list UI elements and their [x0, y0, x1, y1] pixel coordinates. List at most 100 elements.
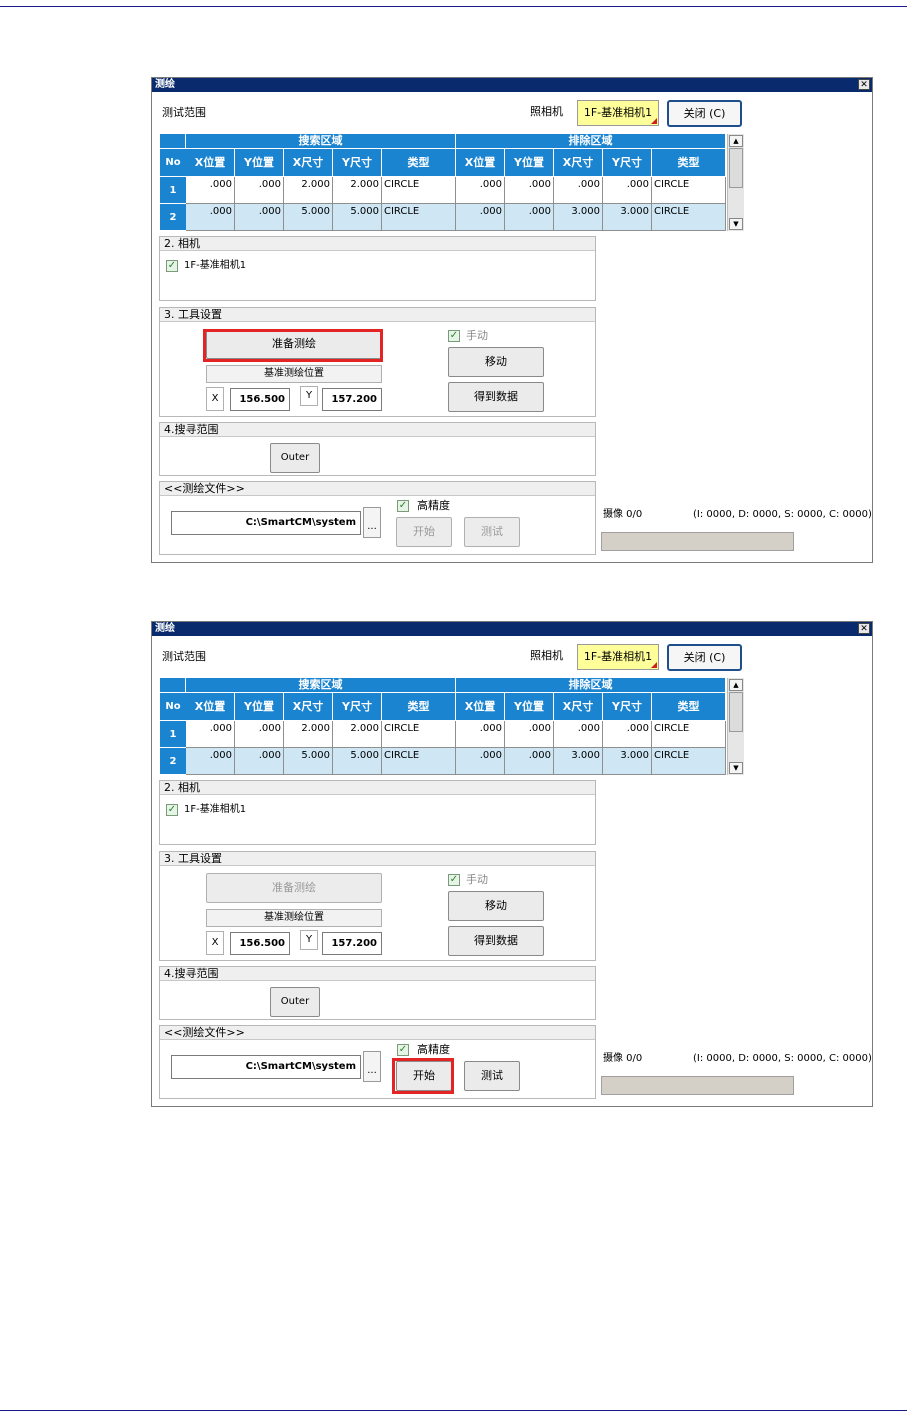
- get-data-button[interactable]: 得到数据: [448, 926, 544, 956]
- table-cell[interactable]: 5.000: [284, 204, 333, 231]
- row-number[interactable]: 1: [160, 721, 186, 748]
- camera-select[interactable]: 1F-基准相机1: [577, 100, 659, 126]
- get-data-button[interactable]: 得到数据: [448, 382, 544, 412]
- table-cell[interactable]: CIRCLE: [652, 721, 726, 748]
- capture-count-label: 摄像 0/0: [603, 509, 643, 520]
- table-cell[interactable]: 3.000: [554, 204, 603, 231]
- high-precision-check-icon[interactable]: ✓: [397, 1044, 409, 1056]
- table-cell[interactable]: CIRCLE: [382, 177, 456, 204]
- x-position-field[interactable]: 156.500: [230, 388, 290, 411]
- row-number[interactable]: 1: [160, 177, 186, 204]
- table-cell[interactable]: CIRCLE: [382, 748, 456, 775]
- close-icon[interactable]: ✕: [858, 79, 870, 90]
- outer-button[interactable]: Outer: [270, 443, 320, 473]
- table-cell[interactable]: 5.000: [333, 748, 382, 775]
- close-icon[interactable]: ✕: [858, 623, 870, 634]
- table-cell[interactable]: .000: [235, 748, 284, 775]
- test-range-label: 测试范围: [162, 650, 206, 663]
- camera-check-icon[interactable]: ✓: [166, 804, 178, 816]
- table-cell[interactable]: .000: [186, 721, 235, 748]
- scroll-thumb[interactable]: [729, 692, 743, 732]
- mapping-file-section: <<测绘文件>> C:\SmartCM\system ... ✓ 高精度 开始 …: [159, 1025, 596, 1099]
- x-axis-label: X: [206, 931, 224, 955]
- scroll-down-icon[interactable]: ▼: [729, 762, 743, 774]
- table-cell[interactable]: 3.000: [603, 204, 652, 231]
- table-cell[interactable]: .000: [554, 721, 603, 748]
- camera-section-title: 2. 相机: [160, 781, 595, 795]
- column-header: Y尺寸: [333, 693, 382, 721]
- scroll-thumb[interactable]: [729, 148, 743, 188]
- manual-label: 手动: [466, 329, 488, 342]
- table-cell[interactable]: .000: [235, 721, 284, 748]
- outer-button[interactable]: Outer: [270, 987, 320, 1017]
- table-corner: [160, 134, 186, 149]
- table-cell[interactable]: .000: [505, 177, 554, 204]
- high-precision-check-icon[interactable]: ✓: [397, 500, 409, 512]
- table-scrollbar[interactable]: ▲ ▼: [727, 678, 744, 775]
- row-number[interactable]: 2: [160, 204, 186, 231]
- table-cell[interactable]: 5.000: [333, 204, 382, 231]
- test-button[interactable]: 测试: [464, 517, 520, 547]
- scroll-up-icon[interactable]: ▲: [729, 135, 743, 147]
- table-cell[interactable]: 2.000: [333, 177, 382, 204]
- table-scrollbar[interactable]: ▲ ▼: [727, 134, 744, 231]
- table-cell[interactable]: CIRCLE: [382, 721, 456, 748]
- table-cell[interactable]: 3.000: [603, 748, 652, 775]
- table-cell[interactable]: CIRCLE: [652, 204, 726, 231]
- x-position-field[interactable]: 156.500: [230, 932, 290, 955]
- table-cell[interactable]: 3.000: [554, 748, 603, 775]
- table-cell[interactable]: 2.000: [284, 177, 333, 204]
- table-cell[interactable]: .000: [554, 177, 603, 204]
- capture-stats-label: (I: 0000, D: 0000, S: 0000, C: 0000): [693, 1053, 872, 1064]
- table-cell[interactable]: 2.000: [284, 721, 333, 748]
- prepare-mapping-button[interactable]: 准备测绘: [206, 873, 382, 903]
- table-cell[interactable]: 2.000: [333, 721, 382, 748]
- browse-button[interactable]: ...: [363, 507, 381, 538]
- table-cell[interactable]: CIRCLE: [652, 748, 726, 775]
- table-cell[interactable]: .000: [603, 721, 652, 748]
- table-cell[interactable]: .000: [235, 204, 284, 231]
- y-axis-label: Y: [300, 386, 318, 406]
- table-cell[interactable]: .000: [186, 204, 235, 231]
- page-bottom-rule: [0, 1410, 907, 1411]
- y-position-field[interactable]: 157.200: [322, 388, 382, 411]
- row-number[interactable]: 2: [160, 748, 186, 775]
- camera-label: 照相机: [530, 105, 563, 118]
- scroll-down-icon[interactable]: ▼: [729, 218, 743, 230]
- file-path-field[interactable]: C:\SmartCM\system: [171, 511, 361, 535]
- table-cell[interactable]: .000: [603, 177, 652, 204]
- y-axis-label: Y: [300, 930, 318, 950]
- table-cell[interactable]: .000: [186, 177, 235, 204]
- camera-check-icon[interactable]: ✓: [166, 260, 178, 272]
- table-cell[interactable]: CIRCLE: [382, 204, 456, 231]
- scroll-up-icon[interactable]: ▲: [729, 679, 743, 691]
- browse-button[interactable]: ...: [363, 1051, 381, 1082]
- test-range-label: 测试范围: [162, 106, 206, 119]
- capture-progress-bar: [601, 1076, 794, 1095]
- table-cell[interactable]: .000: [505, 748, 554, 775]
- file-path-field[interactable]: C:\SmartCM\system: [171, 1055, 361, 1079]
- table-cell[interactable]: .000: [456, 721, 505, 748]
- close-button[interactable]: 关闭 (C): [667, 644, 742, 671]
- table-cell[interactable]: .000: [235, 177, 284, 204]
- camera-select[interactable]: 1F-基准相机1: [577, 644, 659, 670]
- manual-check-icon[interactable]: ✓: [448, 330, 460, 342]
- test-button[interactable]: 测试: [464, 1061, 520, 1091]
- table-cell[interactable]: CIRCLE: [652, 177, 726, 204]
- column-header: Y位置: [235, 149, 284, 177]
- table-cell[interactable]: .000: [456, 748, 505, 775]
- camera-section-title: 2. 相机: [160, 237, 595, 251]
- manual-check-icon[interactable]: ✓: [448, 874, 460, 886]
- move-button[interactable]: 移动: [448, 347, 544, 377]
- move-button[interactable]: 移动: [448, 891, 544, 921]
- table-cell[interactable]: .000: [456, 177, 505, 204]
- table-cell[interactable]: .000: [186, 748, 235, 775]
- start-button[interactable]: 开始: [396, 517, 452, 547]
- table-cell[interactable]: 5.000: [284, 748, 333, 775]
- table-cell[interactable]: .000: [505, 204, 554, 231]
- table-cell[interactable]: .000: [505, 721, 554, 748]
- close-button[interactable]: 关闭 (C): [667, 100, 742, 127]
- table-cell[interactable]: .000: [456, 204, 505, 231]
- column-header: Y尺寸: [603, 693, 652, 721]
- y-position-field[interactable]: 157.200: [322, 932, 382, 955]
